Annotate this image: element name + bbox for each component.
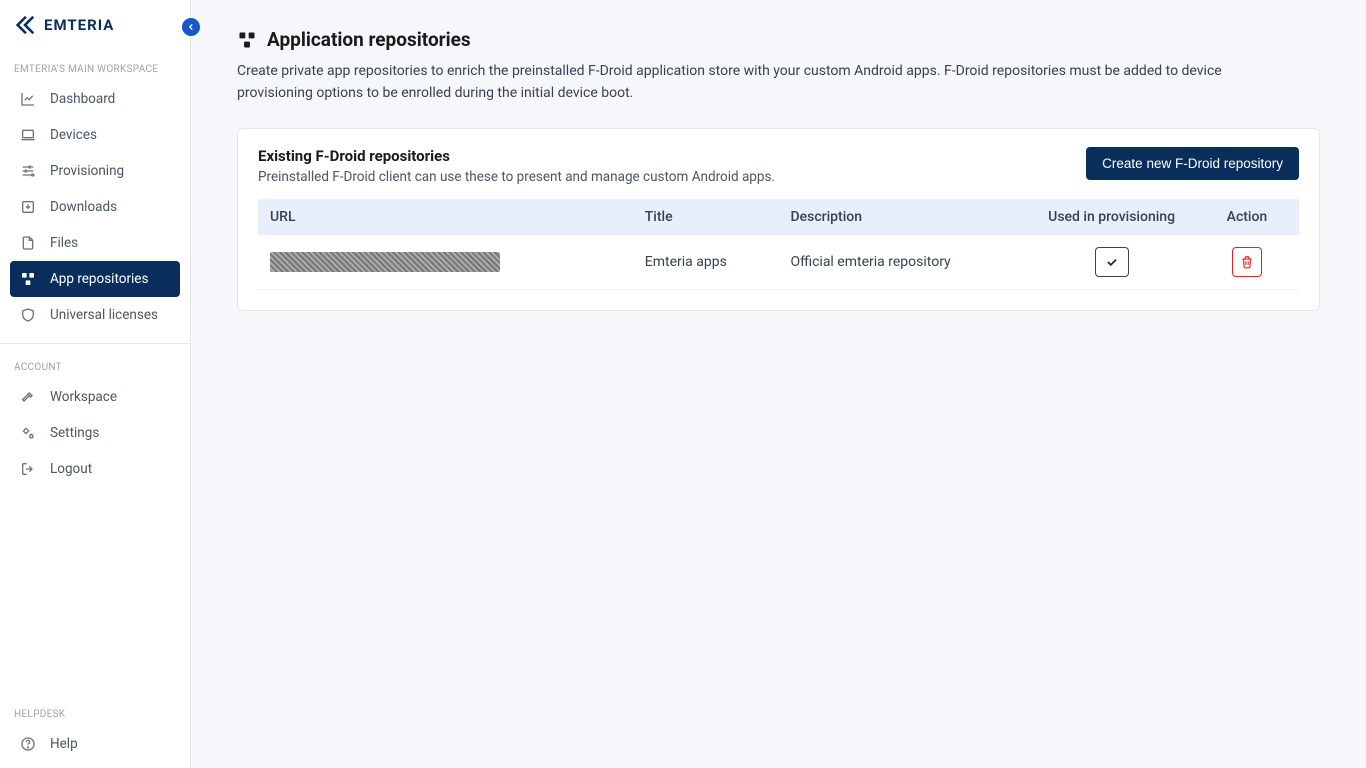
sidebar-item-label: Universal licenses [50, 307, 158, 323]
sidebar-item-label: Workspace [50, 389, 117, 405]
shield-icon [20, 307, 36, 323]
nav-list-account: Workspace Settings Logout [0, 379, 190, 487]
sidebar-item-help[interactable]: Help [10, 726, 180, 762]
check-icon [1105, 255, 1119, 269]
sidebar-item-label: Help [50, 736, 78, 752]
brand-name: EMTERIA [44, 16, 114, 34]
brand-logo-icon [14, 14, 36, 36]
col-title: Title [633, 199, 779, 235]
question-icon [20, 736, 36, 752]
sidebar-item-label: Logout [50, 461, 92, 477]
sidebar-item-dashboard[interactable]: Dashboard [10, 81, 180, 117]
section-header-workspace: EMTERIA'S MAIN WORKSPACE [0, 46, 190, 81]
trash-icon [1240, 255, 1254, 269]
repositories-card: Existing F-Droid repositories Preinstall… [237, 128, 1320, 311]
nav-list-helpdesk: Help [0, 726, 190, 768]
col-provisioning: Used in provisioning [1028, 199, 1195, 235]
provisioning-toggle-button[interactable] [1095, 247, 1129, 277]
sidebar-item-label: Downloads [50, 199, 117, 215]
main-content: Application repositories Create private … [191, 0, 1366, 768]
sidebar-item-label: Dashboard [50, 91, 115, 107]
table-row: Emteria apps Official emteria repository [258, 235, 1299, 290]
sliders-icon [20, 163, 36, 179]
cell-title: Emteria apps [633, 235, 779, 290]
col-action: Action [1195, 199, 1299, 235]
sidebar-item-label: App repositories [50, 271, 148, 287]
laptop-icon [20, 127, 36, 143]
section-header-account: ACCOUNT [0, 344, 190, 379]
boxes-icon [20, 271, 36, 287]
card-header: Existing F-Droid repositories Preinstall… [238, 147, 1319, 199]
page-title: Application repositories [267, 28, 471, 51]
sidebar-item-label: Devices [50, 127, 97, 143]
create-repository-button[interactable]: Create new F-Droid repository [1086, 147, 1299, 180]
col-url: URL [258, 199, 633, 235]
page-description: Create private app repositories to enric… [237, 61, 1297, 104]
hammer-icon [20, 389, 36, 405]
page-header: Application repositories [237, 28, 1320, 51]
col-description: Description [779, 199, 1029, 235]
cell-url [258, 235, 633, 290]
sidebar-item-logout[interactable]: Logout [10, 451, 180, 487]
sidebar-collapse-button[interactable] [182, 18, 200, 36]
cell-action [1195, 235, 1299, 290]
table-header-row: URL Title Description Used in provisioni… [258, 199, 1299, 235]
nav-list-workspace: Dashboard Devices Provisioning Downloads… [0, 81, 190, 333]
sidebar-item-workspace[interactable]: Workspace [10, 379, 180, 415]
logo-area: EMTERIA [0, 0, 190, 46]
sidebar-item-devices[interactable]: Devices [10, 117, 180, 153]
sidebar-item-settings[interactable]: Settings [10, 415, 180, 451]
logout-icon [20, 461, 36, 477]
card-title: Existing F-Droid repositories [258, 147, 775, 165]
cell-provisioning [1028, 235, 1195, 290]
sidebar: EMTERIA EMTERIA'S MAIN WORKSPACE Dashboa… [0, 0, 191, 768]
cell-description: Official emteria repository [779, 235, 1029, 290]
sidebar-item-files[interactable]: Files [10, 225, 180, 261]
repositories-table: URL Title Description Used in provisioni… [258, 199, 1299, 290]
sidebar-item-label: Settings [50, 425, 99, 441]
sidebar-item-label: Files [50, 235, 78, 251]
sidebar-item-universal-licenses[interactable]: Universal licenses [10, 297, 180, 333]
file-icon [20, 235, 36, 251]
sidebar-item-downloads[interactable]: Downloads [10, 189, 180, 225]
boxes-icon [237, 30, 257, 50]
redacted-url [270, 252, 500, 272]
section-header-helpdesk: HELPDESK [0, 691, 190, 726]
download-box-icon [20, 199, 36, 215]
sidebar-item-label: Provisioning [50, 163, 124, 179]
chart-line-icon [20, 91, 36, 107]
delete-repository-button[interactable] [1232, 247, 1262, 277]
sidebar-item-provisioning[interactable]: Provisioning [10, 153, 180, 189]
sidebar-item-app-repositories[interactable]: App repositories [10, 261, 180, 297]
gears-icon [20, 425, 36, 441]
card-subtitle: Preinstalled F-Droid client can use thes… [258, 169, 775, 185]
